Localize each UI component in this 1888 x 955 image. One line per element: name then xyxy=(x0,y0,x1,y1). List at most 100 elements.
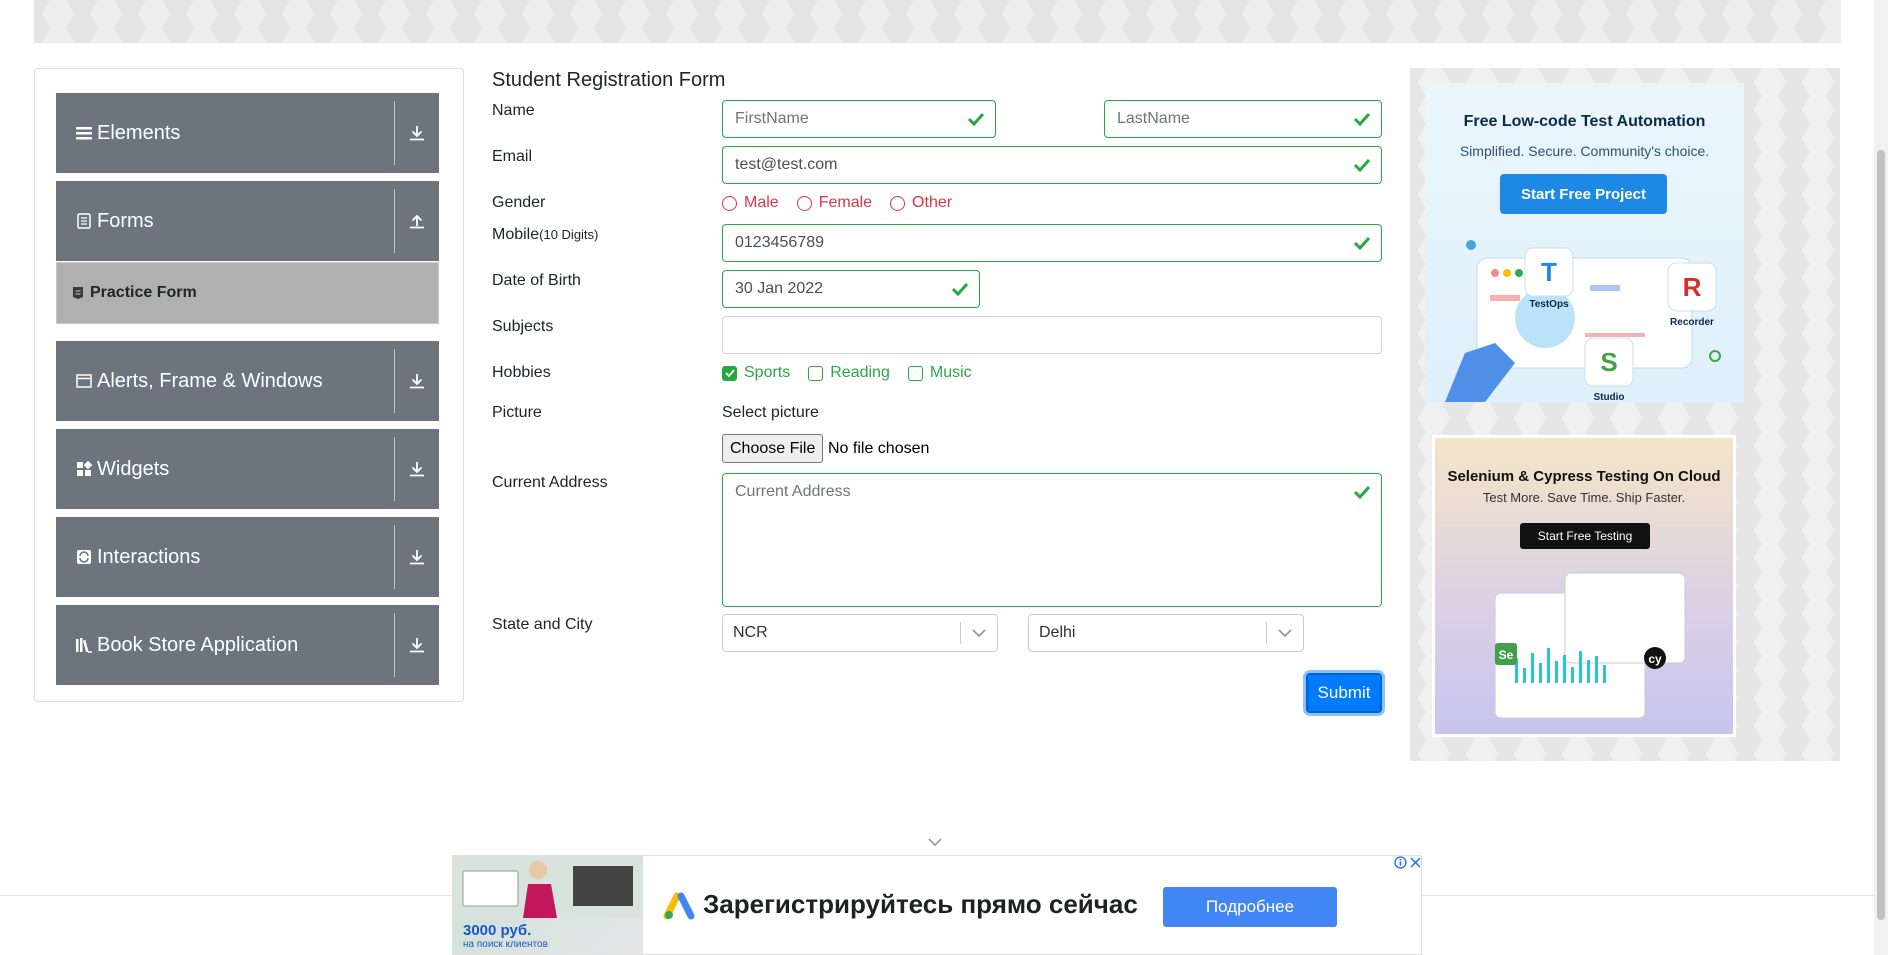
chevron-down-icon[interactable] xyxy=(928,838,942,846)
hobbies-checkbox-group: Sports Reading Music xyxy=(722,364,990,382)
dob-input[interactable]: 30 Jan 2022 xyxy=(722,270,980,308)
sidebar-group-label: Alerts, Frame & Windows xyxy=(97,369,323,392)
sidebar-item-label: Practice Form xyxy=(90,284,197,301)
check-icon xyxy=(1353,158,1371,172)
svg-text:TestOps: TestOps xyxy=(1529,299,1569,310)
ad-cta-button[interactable]: Подробнее xyxy=(1163,887,1337,927)
email-label: Email xyxy=(492,148,533,165)
gender-male-label[interactable]: Male xyxy=(744,194,779,212)
mobile-input[interactable]: 0123456789 xyxy=(722,224,1382,262)
mobile-hint: (10 Digits) xyxy=(539,227,599,242)
gender-other-label[interactable]: Other xyxy=(912,194,952,212)
sidebar-group-interactions[interactable]: Interactions xyxy=(56,517,439,597)
registration-form: Student Registration Form Name FirstName… xyxy=(492,65,1382,745)
state-select[interactable]: NCR xyxy=(722,614,998,652)
sidebar-group-alerts[interactable]: Alerts, Frame & Windows xyxy=(56,341,439,421)
city-select[interactable]: Delhi xyxy=(1028,614,1304,652)
close-icon[interactable] xyxy=(1409,856,1422,869)
chevron-down-icon[interactable] xyxy=(1267,628,1303,638)
ad-subline: Simplified. Secure. Community's choice. xyxy=(1459,143,1710,159)
svg-text:T: T xyxy=(1541,257,1557,287)
address-textarea[interactable]: Current Address xyxy=(722,473,1382,607)
divider xyxy=(394,189,395,253)
sidebar-group-label: Forms xyxy=(97,209,154,232)
name-label: Name xyxy=(492,102,535,119)
svg-text:S: S xyxy=(1600,347,1617,377)
divider xyxy=(394,613,395,677)
window-icon xyxy=(75,372,93,390)
dob-label: Date of Birth xyxy=(492,272,581,289)
ad-headline: Зарегистрируйтесь прямо сейчас xyxy=(703,889,1138,919)
first-name-input[interactable]: FirstName xyxy=(722,100,996,138)
divider xyxy=(394,101,395,165)
download-icon[interactable] xyxy=(395,549,439,565)
divider xyxy=(394,437,395,501)
download-icon[interactable] xyxy=(395,461,439,477)
ad-photo xyxy=(453,856,643,918)
mobile-label: Mobile(10 Digits) xyxy=(492,226,599,243)
svg-text:Recorder: Recorder xyxy=(1670,317,1714,328)
subjects-input[interactable] xyxy=(722,316,1382,354)
check-icon xyxy=(967,112,985,126)
divider xyxy=(394,525,395,589)
start-free-project-button[interactable]: Start Free Project xyxy=(1500,174,1667,214)
file-status: No file chosen xyxy=(828,440,930,457)
gender-label: Gender xyxy=(492,194,546,211)
check-icon xyxy=(1353,236,1371,250)
sidebar-group-widgets[interactable]: Widgets xyxy=(56,429,439,509)
bottom-ad-banner[interactable]: 3000 руб. на поиск клиентов Зарегистриру… xyxy=(452,855,1422,955)
check-icon xyxy=(1353,485,1371,499)
download-icon[interactable] xyxy=(395,125,439,141)
svg-text:cy: cy xyxy=(1648,652,1662,666)
chevron-down-icon[interactable] xyxy=(961,628,997,638)
hobby-sports-checkbox[interactable] xyxy=(722,365,737,381)
interaction-icon xyxy=(75,548,93,566)
hobby-reading-checkbox[interactable] xyxy=(808,365,824,381)
hobby-reading-label[interactable]: Reading xyxy=(830,364,890,382)
submit-button[interactable]: Submit xyxy=(1306,673,1382,713)
ad-controls xyxy=(1394,856,1422,870)
testing-ad-1[interactable]: Free Low-code Test Automation Simplified… xyxy=(1425,83,1744,402)
google-ads-logo-icon xyxy=(663,892,695,920)
form-icon xyxy=(72,286,84,300)
ad-illustration: Se cy xyxy=(1494,572,1686,719)
state-city-label: State and City xyxy=(492,616,593,633)
email-input[interactable]: test@test.com xyxy=(722,146,1382,184)
sidebar-group-bookstore[interactable]: Book Store Application xyxy=(56,605,439,685)
books-icon xyxy=(75,636,93,654)
hobby-music-checkbox[interactable] xyxy=(907,365,923,381)
testing-ad-2[interactable]: Selenium & Cypress Testing On Cloud Test… xyxy=(1432,435,1736,737)
download-icon[interactable] xyxy=(395,373,439,389)
sidebar-group-elements[interactable]: Elements xyxy=(56,93,439,173)
gender-female-radio[interactable] xyxy=(796,195,812,211)
list-icon xyxy=(75,124,93,142)
download-icon[interactable] xyxy=(395,637,439,653)
last-name-input[interactable]: LastName xyxy=(1104,100,1382,138)
start-free-testing-button[interactable]: Start Free Testing xyxy=(1520,523,1650,549)
sidebar-group-forms[interactable]: Forms xyxy=(56,181,439,261)
divider xyxy=(394,349,395,413)
ad-column: Free Low-code Test Automation Simplified… xyxy=(1410,68,1840,761)
choose-file-button[interactable]: Choose File xyxy=(722,434,824,463)
upload-icon[interactable] xyxy=(395,213,439,229)
form-title: Student Registration Form xyxy=(492,69,726,91)
gender-other-radio[interactable] xyxy=(890,195,906,211)
subjects-label: Subjects xyxy=(492,318,554,335)
sidebar-group-label: Book Store Application xyxy=(97,633,299,656)
svg-text:Se: Se xyxy=(1499,648,1514,662)
scrollbar-thumb[interactable] xyxy=(1877,150,1885,920)
gender-female-label[interactable]: Female xyxy=(819,194,872,212)
sidebar-item-practice-form[interactable]: Practice Form xyxy=(56,262,439,324)
svg-text:R: R xyxy=(1683,272,1702,302)
hobbies-label: Hobbies xyxy=(492,364,551,381)
ad-subline: Test More. Save Time. Ship Faster. xyxy=(1482,490,1686,505)
info-icon[interactable] xyxy=(1394,856,1407,869)
address-label: Current Address xyxy=(492,474,608,491)
scrollbar[interactable] xyxy=(1874,0,1888,955)
gender-male-radio[interactable] xyxy=(722,195,737,211)
hobby-music-label[interactable]: Music xyxy=(930,364,972,382)
picture-label: Picture xyxy=(492,404,542,421)
ad-price: 3000 руб. xyxy=(463,922,532,939)
check-icon xyxy=(951,282,969,296)
hobby-sports-label[interactable]: Sports xyxy=(744,364,790,382)
